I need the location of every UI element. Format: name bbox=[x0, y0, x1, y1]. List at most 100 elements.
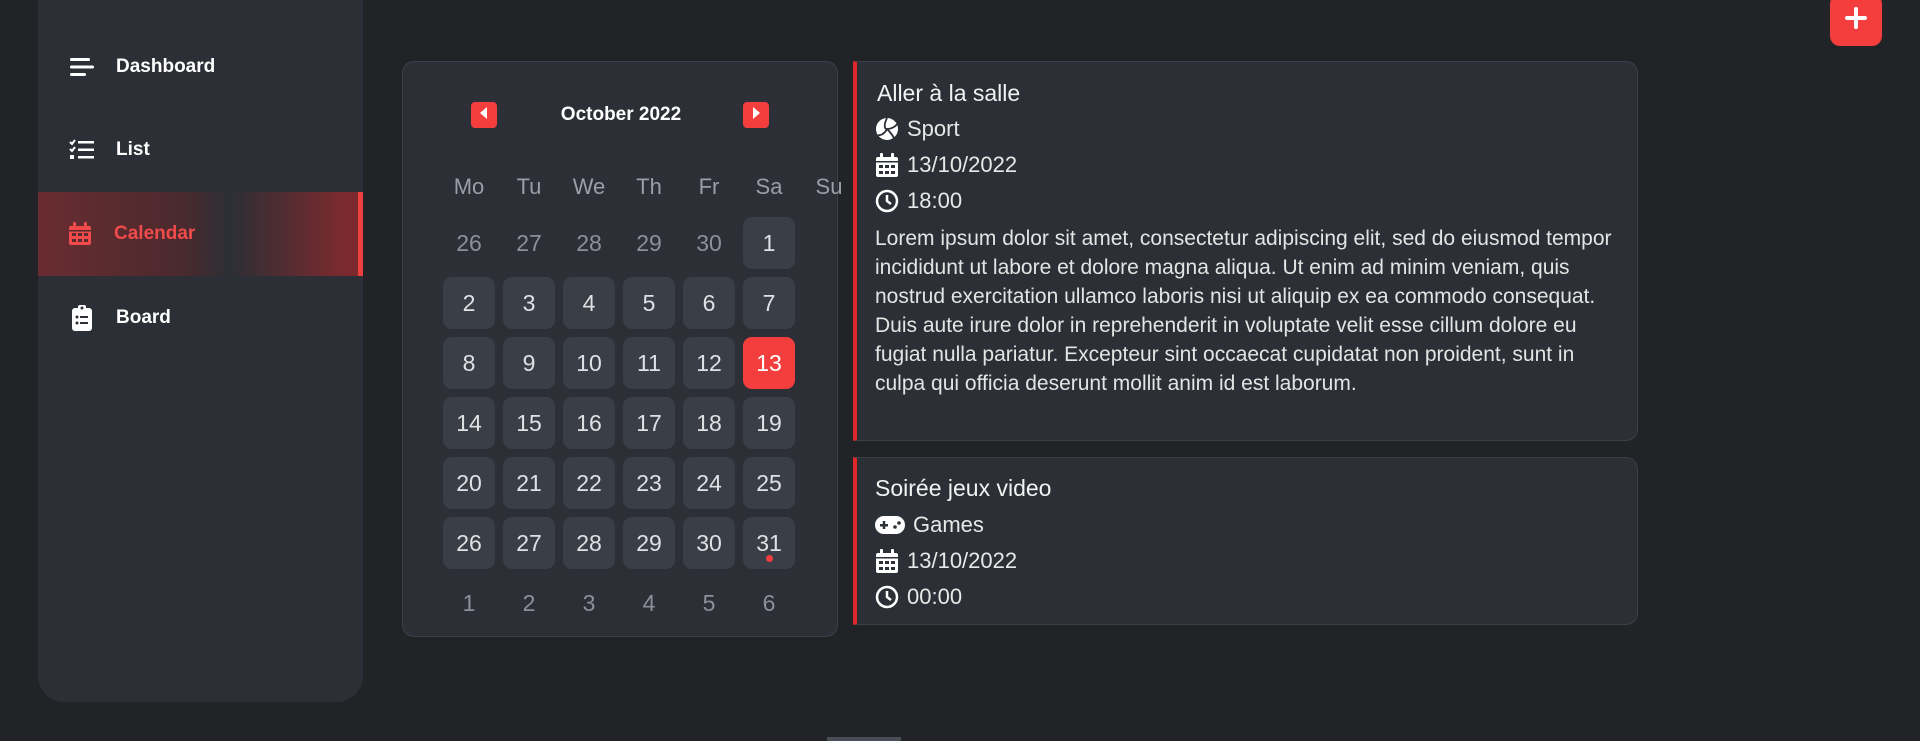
day-cell[interactable]: 1 bbox=[443, 577, 495, 629]
event-card[interactable]: Aller à la salle Sport 13/10/2022 18:00 … bbox=[853, 61, 1638, 441]
day-cell[interactable]: 28 bbox=[563, 217, 615, 269]
day-cell[interactable]: 14 bbox=[443, 397, 495, 449]
clock-icon bbox=[875, 585, 899, 609]
day-number: 19 bbox=[756, 409, 782, 436]
day-number: 20 bbox=[456, 469, 482, 496]
day-cell[interactable]: 6 bbox=[743, 577, 795, 629]
sidebar-item-label: Board bbox=[116, 307, 171, 328]
day-cell[interactable]: 5 bbox=[683, 577, 735, 629]
day-cell[interactable]: 20 bbox=[443, 457, 495, 509]
sidebar-item-list[interactable]: List bbox=[38, 108, 363, 192]
calendar-header: October 2022 bbox=[403, 100, 839, 130]
day-cell[interactable]: 27 bbox=[503, 517, 555, 569]
checklist-icon bbox=[68, 136, 96, 164]
day-cell[interactable]: 4 bbox=[623, 577, 675, 629]
horizontal-scrollbar[interactable] bbox=[827, 737, 901, 741]
day-cell[interactable]: 4 bbox=[563, 277, 615, 329]
day-cell[interactable]: 18 bbox=[683, 397, 735, 449]
day-number: 1 bbox=[462, 589, 476, 616]
day-number: 6 bbox=[702, 289, 716, 316]
day-number: 10 bbox=[576, 349, 602, 376]
day-number: 31 bbox=[756, 529, 782, 556]
day-number: 26 bbox=[456, 529, 482, 556]
day-cell[interactable]: 22 bbox=[563, 457, 615, 509]
event-time-label: 18:00 bbox=[907, 188, 963, 213]
clipboard-icon bbox=[68, 304, 96, 332]
sidebar-item-label: List bbox=[116, 139, 150, 160]
day-cell[interactable]: 23 bbox=[623, 457, 675, 509]
day-cell[interactable]: 30 bbox=[683, 217, 735, 269]
day-number: 11 bbox=[637, 349, 661, 376]
day-cell[interactable]: 26 bbox=[443, 517, 495, 569]
day-cell-selected[interactable]: 13 bbox=[743, 337, 795, 389]
day-cell[interactable]: 25 bbox=[743, 457, 795, 509]
caret-right-icon bbox=[751, 106, 761, 124]
volleyball-icon bbox=[875, 117, 899, 141]
day-number: 21 bbox=[516, 469, 542, 496]
day-number: 28 bbox=[576, 529, 602, 556]
add-event-button[interactable] bbox=[1830, 0, 1882, 46]
day-cell[interactable]: 1 bbox=[743, 217, 795, 269]
day-number: 4 bbox=[582, 289, 596, 316]
previous-month-button[interactable] bbox=[471, 102, 497, 128]
event-time: 18:00 bbox=[875, 188, 962, 214]
day-cell[interactable]: 8 bbox=[443, 337, 495, 389]
day-cell[interactable]: 5 bbox=[623, 277, 675, 329]
event-category-label: Games bbox=[913, 512, 984, 537]
event-description: Lorem ipsum dolor sit amet, consectetur … bbox=[875, 227, 1612, 395]
day-number: 3 bbox=[582, 589, 596, 616]
day-cell[interactable]: 21 bbox=[503, 457, 555, 509]
day-number: 13 bbox=[756, 349, 782, 376]
event-date: 13/10/2022 bbox=[875, 152, 1017, 178]
day-cell[interactable]: 15 bbox=[503, 397, 555, 449]
day-cell[interactable]: 9 bbox=[503, 337, 555, 389]
day-cell[interactable]: 6 bbox=[683, 277, 735, 329]
day-cell[interactable]: 16 bbox=[563, 397, 615, 449]
day-number: 23 bbox=[636, 469, 662, 496]
day-cell[interactable]: 31 bbox=[743, 517, 795, 569]
day-number: 22 bbox=[576, 469, 602, 496]
day-number: 27 bbox=[516, 529, 542, 556]
sidebar-item-dashboard[interactable]: Dashboard bbox=[38, 25, 363, 109]
gamepad-icon bbox=[875, 513, 905, 537]
sidebar-item-label: Calendar bbox=[114, 223, 196, 244]
day-cell[interactable]: 28 bbox=[563, 517, 615, 569]
day-number: 28 bbox=[576, 229, 602, 256]
sidebar-item-board[interactable]: Board bbox=[38, 276, 363, 360]
event-title: Soirée jeux video bbox=[875, 475, 1052, 501]
day-number: 6 bbox=[762, 589, 776, 616]
day-number: 15 bbox=[516, 409, 542, 436]
menu-icon bbox=[68, 53, 96, 81]
day-cell[interactable]: 30 bbox=[683, 517, 735, 569]
day-cell[interactable]: 29 bbox=[623, 517, 675, 569]
day-number: 24 bbox=[696, 469, 722, 496]
day-number: 8 bbox=[462, 349, 476, 376]
day-cell[interactable]: 2 bbox=[443, 277, 495, 329]
next-month-button[interactable] bbox=[743, 102, 769, 128]
day-number: 30 bbox=[696, 529, 722, 556]
sidebar-item-calendar[interactable]: Calendar bbox=[38, 192, 363, 276]
day-number: 25 bbox=[756, 469, 782, 496]
weekday-label: Mo bbox=[453, 174, 485, 199]
day-cell[interactable]: 3 bbox=[563, 577, 615, 629]
day-number: 9 bbox=[522, 349, 536, 376]
day-number: 16 bbox=[576, 409, 602, 436]
day-cell[interactable]: 2 bbox=[503, 577, 555, 629]
day-cell[interactable]: 24 bbox=[683, 457, 735, 509]
day-cell[interactable]: 29 bbox=[623, 217, 675, 269]
day-cell[interactable]: 26 bbox=[443, 217, 495, 269]
day-cell[interactable]: 7 bbox=[743, 277, 795, 329]
day-cell[interactable]: 19 bbox=[743, 397, 795, 449]
day-cell[interactable]: 11 bbox=[623, 337, 675, 389]
event-card[interactable]: Soirée jeux video Games 13/10/2022 00:00 bbox=[853, 457, 1638, 625]
event-category: Sport bbox=[875, 116, 960, 142]
sidebar-item-label: Dashboard bbox=[116, 56, 216, 77]
day-number: 14 bbox=[456, 409, 482, 436]
weekday-label: Sa bbox=[755, 174, 783, 199]
day-cell[interactable]: 10 bbox=[563, 337, 615, 389]
day-cell[interactable]: 27 bbox=[503, 217, 555, 269]
day-cell[interactable]: 17 bbox=[623, 397, 675, 449]
day-cell[interactable]: 3 bbox=[503, 277, 555, 329]
day-number: 17 bbox=[636, 409, 662, 436]
day-cell[interactable]: 12 bbox=[683, 337, 735, 389]
